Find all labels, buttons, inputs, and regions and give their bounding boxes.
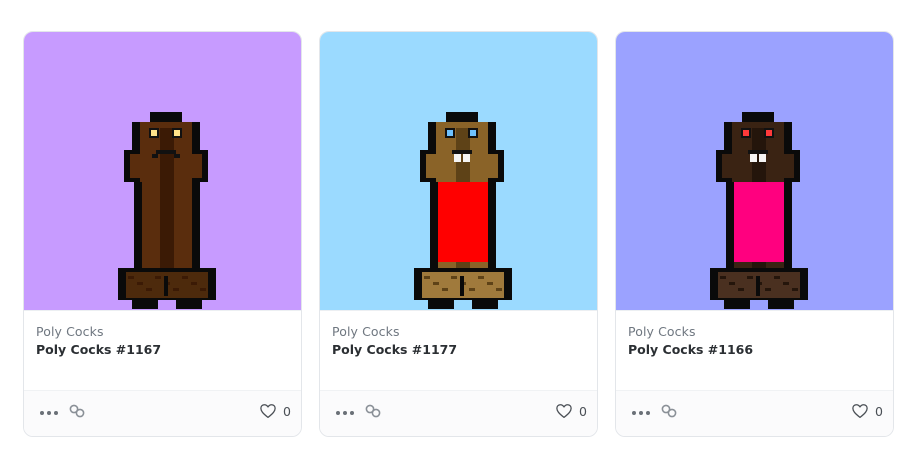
heart-icon: [556, 404, 572, 419]
card-footer: 0: [24, 390, 301, 436]
nft-card[interactable]: Poly Cocks Poly Cocks #1177 0: [319, 31, 598, 437]
heart-icon: [852, 404, 868, 419]
item-name[interactable]: Poly Cocks #1167: [36, 342, 161, 357]
shirt: [734, 182, 784, 262]
eye-right: [470, 130, 476, 136]
nft-artwork[interactable]: [24, 32, 301, 310]
chain-link-icon[interactable]: [660, 402, 678, 420]
card-info: Poly Cocks Poly Cocks #1166: [616, 310, 893, 392]
like-count: 0: [875, 403, 883, 419]
like-count: 0: [579, 403, 587, 419]
chain-link-icon[interactable]: [364, 402, 382, 420]
collection-name[interactable]: Poly Cocks: [332, 324, 400, 339]
eye-left: [743, 130, 749, 136]
nft-artwork[interactable]: [616, 32, 893, 310]
mouth: [156, 150, 176, 154]
like-button[interactable]: 0: [259, 401, 291, 421]
shirt: [438, 182, 488, 262]
nft-grid: Poly Cocks Poly Cocks #1167 0 Poly Cocks…: [0, 0, 905, 449]
tooth-right: [463, 154, 470, 162]
heart-icon: [260, 404, 276, 419]
card-footer: 0: [320, 390, 597, 436]
collection-name[interactable]: Poly Cocks: [628, 324, 696, 339]
card-info: Poly Cocks Poly Cocks #1177: [320, 310, 597, 392]
pixel-art: [320, 32, 597, 310]
pixel-art: [616, 32, 893, 310]
tooth-left: [454, 154, 461, 162]
shaft-shade: [160, 128, 174, 268]
card-info: Poly Cocks Poly Cocks #1167: [24, 310, 301, 392]
pixel-art: [24, 32, 301, 310]
item-name[interactable]: Poly Cocks #1177: [332, 342, 457, 357]
more-options-icon[interactable]: [631, 405, 651, 421]
collection-name[interactable]: Poly Cocks: [36, 324, 104, 339]
nft-artwork[interactable]: [320, 32, 597, 310]
eye-left: [447, 130, 453, 136]
item-name[interactable]: Poly Cocks #1166: [628, 342, 753, 357]
like-button[interactable]: 0: [555, 401, 587, 421]
eye-right: [766, 130, 772, 136]
like-button[interactable]: 0: [851, 401, 883, 421]
more-options-icon[interactable]: [39, 405, 59, 421]
chain-link-icon[interactable]: [68, 402, 86, 420]
card-footer: 0: [616, 390, 893, 436]
more-options-icon[interactable]: [335, 405, 355, 421]
mouth: [452, 150, 472, 154]
tooth-left: [750, 154, 757, 162]
mouth: [748, 150, 768, 154]
eye-right: [174, 130, 180, 136]
like-count: 0: [283, 403, 291, 419]
nft-card[interactable]: Poly Cocks Poly Cocks #1167 0: [23, 31, 302, 437]
tooth-right: [759, 154, 766, 162]
eye-left: [151, 130, 157, 136]
nft-card[interactable]: Poly Cocks Poly Cocks #1166 0: [615, 31, 894, 437]
